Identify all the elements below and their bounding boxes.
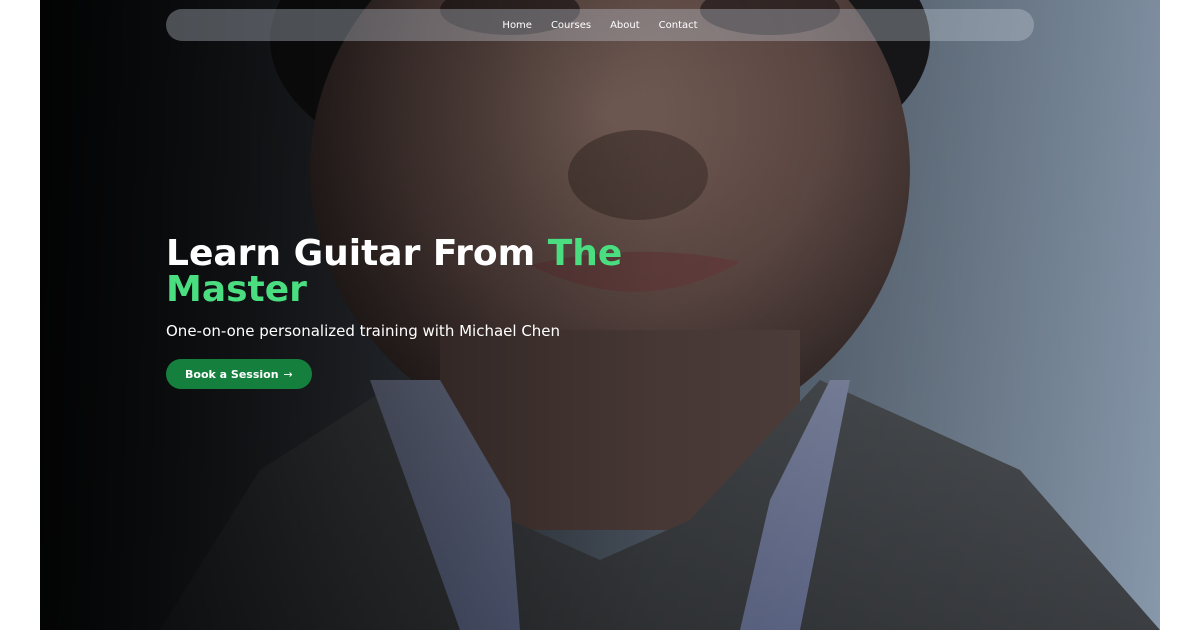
- hero-section: Home Courses About Contact Learn Guitar …: [40, 0, 1160, 630]
- headline-main-text: Learn Guitar From: [166, 233, 548, 274]
- top-navigation: Home Courses About Contact: [166, 9, 1034, 41]
- book-session-label: Book a Session: [185, 367, 279, 381]
- book-session-button[interactable]: Book a Session →: [166, 359, 312, 389]
- nav-link-about[interactable]: About: [610, 20, 640, 31]
- nav-link-home[interactable]: Home: [502, 20, 532, 31]
- nav-link-courses[interactable]: Courses: [551, 20, 591, 31]
- hero-headline: Learn Guitar From The Master: [166, 236, 726, 308]
- hero-content: Learn Guitar From The Master One-on-one …: [166, 236, 726, 389]
- nav-link-contact[interactable]: Contact: [659, 20, 698, 31]
- arrow-right-icon: →: [283, 367, 293, 381]
- hero-subtitle: One-on-one personalized training with Mi…: [166, 322, 561, 340]
